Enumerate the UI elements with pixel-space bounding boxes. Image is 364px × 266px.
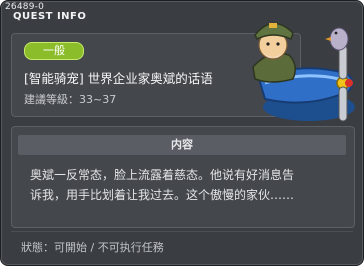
quest-name: [智能骑宠] 世界企业家奥斌的话语: [24, 71, 213, 86]
quest-content-card: 内容 奥斌一反常态，脸上流露着慈态。他说有好消息告 诉我，用手比划着让我过去。这…: [11, 126, 355, 228]
window-title: QUEST INFO: [13, 11, 87, 22]
quest-category-badge: 一般: [24, 42, 84, 60]
quest-status: 狀態：可開始 / 不可执行任務: [21, 241, 164, 254]
content-section-title: 内容: [18, 135, 346, 155]
npc-pilot-plane-icon: [252, 22, 355, 122]
quest-info-window: 26489-0 QUEST INFO 一般 [智能骑宠] 世界企业家奥斌的话语 …: [0, 0, 364, 266]
quest-description-line-2: 诉我，用手比划着让我过去。这个傲慢的家伙……: [30, 188, 295, 202]
quest-description-line-1: 奥斌一反常态，脸上流露着慈态。他说有好消息告: [30, 168, 295, 182]
status-divider: [11, 231, 353, 232]
quest-description: 奥斌一反常态，脸上流露着慈态。他说有好消息告 诉我，用手比划着让我过去。这个傲慢…: [30, 165, 352, 205]
quest-recommended-level: 建議等級：33~37: [24, 93, 117, 106]
